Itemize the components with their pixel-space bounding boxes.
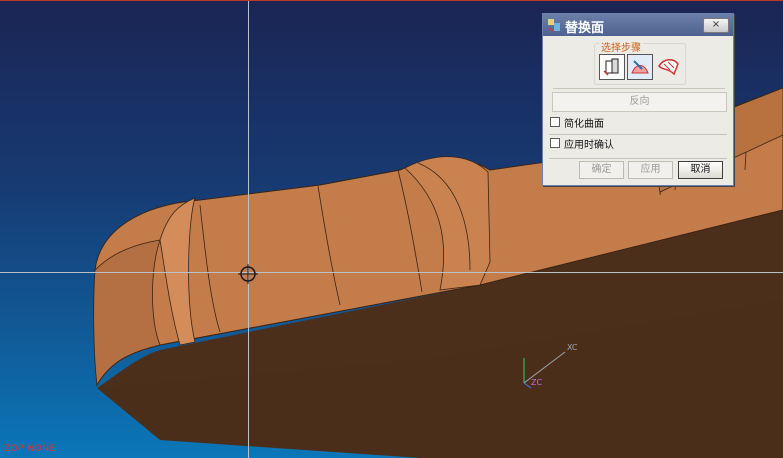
- crosshair-target-icon: [238, 264, 258, 284]
- surface-select-icon: [603, 58, 619, 76]
- divider: [549, 134, 727, 135]
- step-select-face-button[interactable]: [599, 54, 625, 80]
- axis-x-label: XC: [567, 343, 578, 352]
- replace-face-icon: [548, 19, 560, 32]
- dialog-title: 替换面: [565, 21, 605, 36]
- ok-button[interactable]: 确定: [579, 161, 624, 179]
- close-button[interactable]: ×: [703, 18, 729, 33]
- confirm-on-apply-label: 应用时确认: [564, 140, 614, 151]
- surface-replace-icon: [631, 60, 649, 74]
- simplify-surface-checkbox[interactable]: [550, 117, 560, 127]
- status-text: ZOP NONE: [4, 444, 56, 454]
- divider: [549, 158, 727, 159]
- selection-steps-label: 选择步骤: [599, 39, 643, 54]
- quilt-icon: [658, 59, 679, 76]
- apply-button[interactable]: 应用: [628, 161, 673, 179]
- divider: [553, 88, 725, 89]
- step-quilt-button[interactable]: [656, 54, 680, 78]
- reverse-button[interactable]: 反向: [552, 92, 727, 112]
- axis-z-label: ZC: [531, 378, 543, 387]
- step-replacement-face-button[interactable]: [627, 54, 653, 80]
- confirm-on-apply-checkbox[interactable]: [550, 138, 560, 148]
- dialog-titlebar[interactable]: 替换面 ×: [543, 14, 733, 36]
- viewport-border: [0, 0, 783, 1]
- simplify-surface-label: 简化曲面: [564, 119, 604, 130]
- cancel-button[interactable]: 取消: [678, 161, 723, 179]
- crosshair-vertical: [248, 0, 249, 458]
- crosshair-horizontal: [0, 272, 783, 273]
- replace-face-dialog: 替换面 × 选择步骤 反向 简化曲面 应用时确认 确定 应用 取消: [542, 13, 734, 186]
